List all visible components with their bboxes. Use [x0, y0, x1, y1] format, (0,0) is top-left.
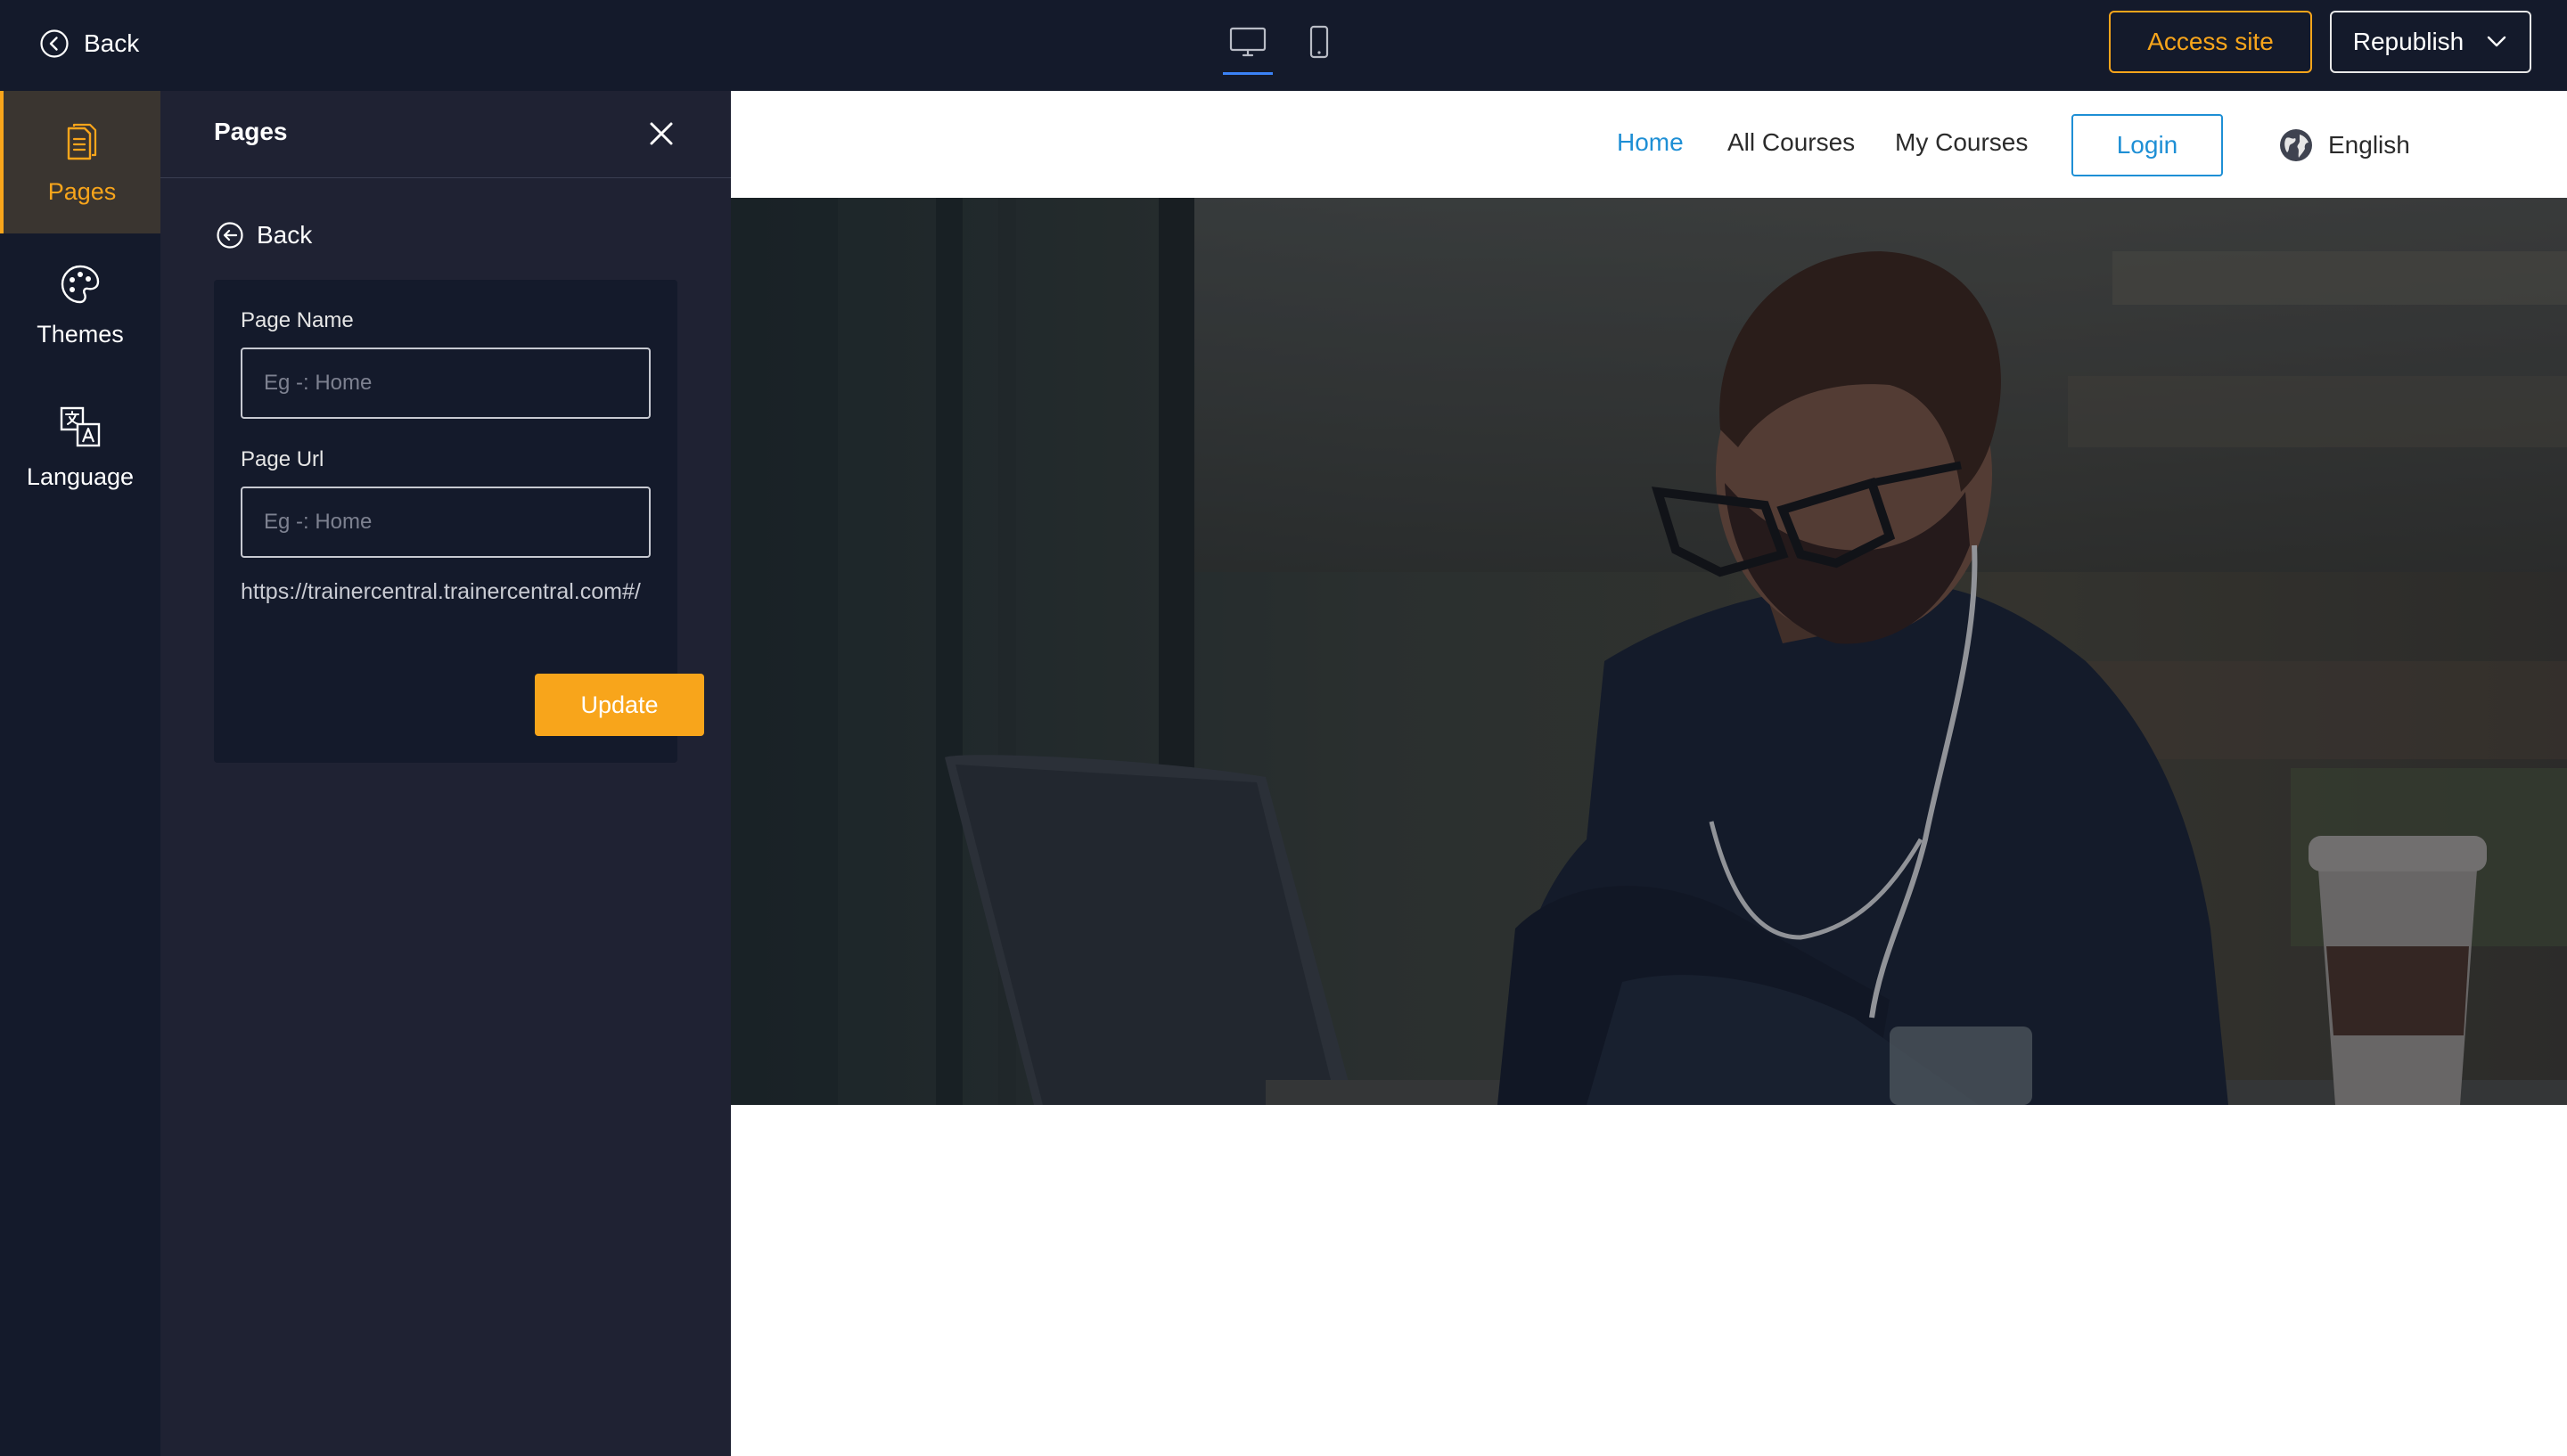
site-navbar: Home All Courses My Courses Login Englis…: [731, 91, 2567, 198]
panel-title: Pages: [214, 118, 288, 145]
nav-link-home[interactable]: Home: [1617, 128, 1684, 157]
translate-icon: [60, 406, 101, 446]
site-preview: Home All Courses My Courses Login Englis…: [731, 91, 2567, 1456]
language-selector[interactable]: English: [2278, 127, 2410, 164]
close-icon[interactable]: [645, 118, 677, 150]
rail-label-language: Language: [26, 462, 135, 490]
page-name-input[interactable]: [241, 348, 651, 419]
rail-item-themes[interactable]: Themes: [0, 233, 160, 376]
page-form-card: Page Name Page Url https://trainercentra…: [214, 280, 704, 763]
language-label: English: [2328, 131, 2410, 159]
page-url-label: Page Url: [241, 447, 324, 471]
rail-label-themes: Themes: [37, 320, 124, 348]
back-arrow-icon: [40, 29, 69, 58]
update-button[interactable]: Update: [535, 674, 704, 736]
rail-item-pages[interactable]: Pages: [0, 91, 160, 233]
pages-icon: [67, 123, 97, 160]
back-arrow-icon: [217, 222, 243, 249]
mobile-view-button[interactable]: [1294, 20, 1344, 75]
panel-back-label: Back: [257, 221, 313, 249]
palette-icon: [61, 265, 100, 303]
top-back-label: Back: [84, 29, 140, 57]
top-bar: Back Access site Republish: [0, 0, 2567, 91]
left-rail: Pages Themes Language: [0, 91, 160, 1456]
page-url-input[interactable]: [241, 487, 651, 558]
page-url-preview: https://trainercentral.trainercentral.co…: [241, 579, 641, 604]
nav-link-my-courses[interactable]: My Courses: [1895, 128, 2028, 157]
republish-button[interactable]: Republish: [2330, 11, 2531, 73]
rail-item-language[interactable]: Language: [0, 376, 160, 519]
panel-back-button[interactable]: Back: [216, 217, 312, 253]
desktop-icon: [1229, 27, 1267, 57]
rail-label-pages: Pages: [47, 177, 117, 205]
republish-label: Republish: [2352, 28, 2464, 55]
globe-icon: [2280, 129, 2312, 161]
nav-link-all-courses[interactable]: All Courses: [1727, 128, 1855, 157]
login-button[interactable]: Login: [2071, 114, 2223, 176]
mobile-icon: [1309, 25, 1329, 59]
chevron-down-icon: [2488, 36, 2506, 47]
device-toggle: [1223, 20, 1344, 75]
hero-image: [731, 198, 2567, 1105]
desktop-view-button[interactable]: [1223, 20, 1273, 75]
top-back-button[interactable]: Back: [39, 25, 139, 62]
access-site-button[interactable]: Access site: [2109, 11, 2312, 73]
page-name-label: Page Name: [241, 308, 354, 332]
panel-header: Pages: [160, 91, 731, 178]
hero-photo: [731, 198, 2567, 1105]
pages-panel: Pages Back Page Name Page Url https://tr…: [160, 91, 731, 1456]
